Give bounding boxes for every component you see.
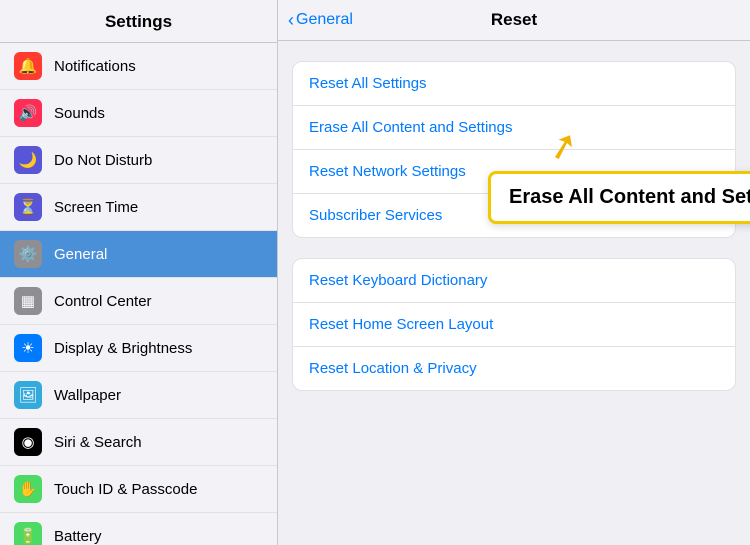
sidebar-item-label-screentime: Screen Time xyxy=(54,199,138,216)
sidebar-item-sounds[interactable]: 🔊 Sounds xyxy=(0,90,277,137)
settings-row-label-reset-keyboard: Reset Keyboard Dictionary xyxy=(309,272,487,289)
callout-container: ➚ Erase All Content and Settings xyxy=(488,131,750,224)
sidebar-item-label-general: General xyxy=(54,246,107,263)
settings-row-label-erase-all: Erase All Content and Settings xyxy=(309,119,512,136)
sidebar-item-label-controlcenter: Control Center xyxy=(54,293,152,310)
sidebar-item-label-touchid: Touch ID & Passcode xyxy=(54,481,197,498)
main-content: ‹ General Reset Reset All Settings Erase … xyxy=(278,0,750,545)
sidebar-item-label-wallpaper: Wallpaper xyxy=(54,387,121,404)
siri-icon: ◉ xyxy=(14,428,42,456)
settings-row-label-reset-home: Reset Home Screen Layout xyxy=(309,316,493,333)
sidebar-item-controlcenter[interactable]: ▦ Control Center xyxy=(0,278,277,325)
controlcenter-icon: ▦ xyxy=(14,287,42,315)
sidebar-item-label-donotdisturb: Do Not Disturb xyxy=(54,152,152,169)
sidebar-item-battery[interactable]: 🔋 Battery xyxy=(0,513,277,545)
settings-groups: Reset All Settings Erase All Content and … xyxy=(292,61,736,391)
sidebar-item-label-display: Display & Brightness xyxy=(54,340,192,357)
sidebar-header: Settings xyxy=(0,0,277,43)
sidebar-title: Settings xyxy=(105,12,172,31)
settings-row-label-subscriber: Subscriber Services xyxy=(309,207,442,224)
main-header: ‹ General Reset xyxy=(278,0,750,41)
sidebar-item-wallpaper[interactable]: 🖼 Wallpaper xyxy=(0,372,277,419)
settings-row-label-reset-network: Reset Network Settings xyxy=(309,163,466,180)
sidebar-item-donotdisturb[interactable]: 🌙 Do Not Disturb xyxy=(0,137,277,184)
main-body: Reset All Settings Erase All Content and … xyxy=(278,41,750,545)
app-container: Settings 🔔 Notifications 🔊 Sounds 🌙 Do Not Di… xyxy=(0,0,750,545)
back-label: General xyxy=(296,11,353,29)
sidebar-item-general[interactable]: ⚙️ General xyxy=(0,231,277,278)
display-icon: ☀ xyxy=(14,334,42,362)
screentime-icon: ⏳ xyxy=(14,193,42,221)
sidebar-item-label-sounds: Sounds xyxy=(54,105,105,122)
back-button[interactable]: ‹ General xyxy=(288,10,353,31)
back-chevron-icon: ‹ xyxy=(288,10,294,31)
settings-row-reset-all[interactable]: Reset All Settings xyxy=(293,62,735,106)
sidebar-item-screentime[interactable]: ⏳ Screen Time xyxy=(0,184,277,231)
settings-row-label-reset-all: Reset All Settings xyxy=(309,75,427,92)
sidebar-items: 🔔 Notifications 🔊 Sounds 🌙 Do Not Disturb ⏳ Scr… xyxy=(0,43,277,545)
sidebar-item-label-battery: Battery xyxy=(54,528,102,545)
sidebar: Settings 🔔 Notifications 🔊 Sounds 🌙 Do Not Di… xyxy=(0,0,278,545)
sidebar-item-label-siri: Siri & Search xyxy=(54,434,142,451)
callout-box: Erase All Content and Settings xyxy=(488,171,750,224)
callout-arrow-wrapper: ➚ xyxy=(488,131,578,167)
settings-row-reset-home[interactable]: Reset Home Screen Layout xyxy=(293,303,735,347)
notifications-icon: 🔔 xyxy=(14,52,42,80)
sidebar-item-notifications[interactable]: 🔔 Notifications xyxy=(0,43,277,90)
settings-row-label-reset-location: Reset Location & Privacy xyxy=(309,360,477,377)
settings-group-group2: Reset Keyboard Dictionary Reset Home Scre… xyxy=(292,258,736,391)
settings-row-reset-keyboard[interactable]: Reset Keyboard Dictionary xyxy=(293,259,735,303)
sidebar-item-siri[interactable]: ◉ Siri & Search xyxy=(0,419,277,466)
main-header-title: Reset xyxy=(491,10,537,30)
wallpaper-icon: 🖼 xyxy=(14,381,42,409)
touchid-icon: ✋ xyxy=(14,475,42,503)
sidebar-item-label-notifications: Notifications xyxy=(54,58,136,75)
sidebar-item-display[interactable]: ☀ Display & Brightness xyxy=(0,325,277,372)
battery-icon: 🔋 xyxy=(14,522,42,545)
donotdisturb-icon: 🌙 xyxy=(14,146,42,174)
sounds-icon: 🔊 xyxy=(14,99,42,127)
sidebar-item-touchid[interactable]: ✋ Touch ID & Passcode xyxy=(0,466,277,513)
callout-text: Erase All Content and Settings xyxy=(509,186,750,208)
general-icon: ⚙️ xyxy=(14,240,42,268)
settings-row-reset-location[interactable]: Reset Location & Privacy xyxy=(293,347,735,390)
